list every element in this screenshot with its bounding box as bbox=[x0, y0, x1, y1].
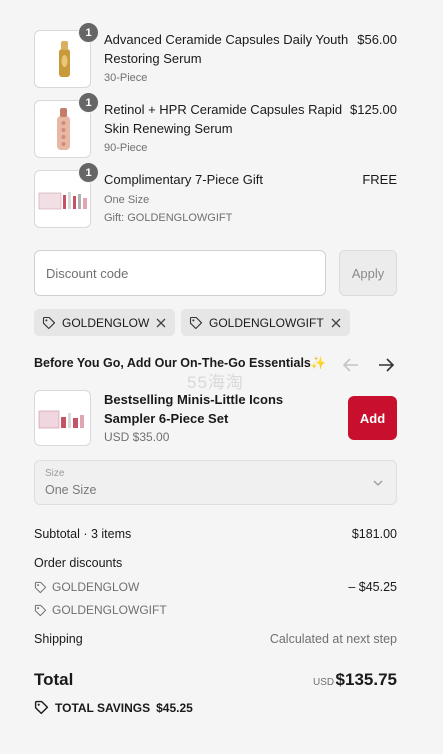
tag-icon bbox=[34, 581, 47, 593]
sparkle-emoji: ✨ bbox=[310, 356, 327, 370]
line-item: 1 Complimentary 7-Piece Gift One Size Gi… bbox=[34, 162, 397, 228]
discount-line-amount: – $45.25 bbox=[348, 580, 397, 594]
tag-icon bbox=[189, 316, 203, 329]
item-price: $56.00 bbox=[357, 32, 397, 47]
subtotal-value: $181.00 bbox=[351, 527, 397, 541]
discount-line: GOLDENGLOW bbox=[34, 580, 139, 594]
discount-placeholder: Discount code bbox=[46, 265, 129, 281]
item-title: Advanced Ceramide Capsules Daily Youth R… bbox=[104, 32, 349, 66]
savings-label: TOTAL SAVINGS bbox=[55, 700, 151, 715]
item-title: Retinol + HPR Ceramide Capsules Rapid Sk… bbox=[104, 102, 343, 136]
total-currency: USD bbox=[313, 677, 335, 688]
quantity-badge: 1 bbox=[78, 92, 99, 113]
discount-chip: GOLDENGLOWGIFT bbox=[181, 309, 350, 336]
item-variant: 90-Piece bbox=[104, 142, 148, 154]
chevron-down-icon bbox=[373, 480, 383, 486]
close-icon[interactable] bbox=[330, 317, 342, 329]
tag-icon bbox=[42, 316, 56, 329]
shipping-value: Calculated at next step bbox=[269, 632, 397, 646]
upsell-product-price: USD $35.00 bbox=[104, 430, 170, 444]
total-value: $135.75 bbox=[335, 670, 397, 689]
tag-icon bbox=[34, 700, 49, 715]
size-value: One Size bbox=[45, 483, 97, 497]
discount-line-code: GOLDENGLOW bbox=[52, 580, 140, 594]
item-variant: 30-Piece bbox=[104, 72, 148, 84]
tag-icon bbox=[34, 604, 47, 616]
line-item: 1 Retinol + HPR Ceramide Capsules Rapid … bbox=[34, 92, 397, 158]
savings-value: $45.25 bbox=[156, 700, 193, 715]
shipping-label: Shipping bbox=[34, 632, 83, 646]
order-discounts-label: Order discounts bbox=[34, 556, 123, 570]
close-icon[interactable] bbox=[155, 317, 167, 329]
item-price: $125.00 bbox=[350, 102, 397, 117]
discount-code-input[interactable]: Discount code bbox=[34, 250, 326, 296]
arrow-left-icon[interactable] bbox=[341, 355, 361, 375]
upsell-heading: Before You Go, Add Our On-The-Go Essenti… bbox=[34, 356, 327, 370]
discount-line-code: GOLDENGLOWGIFT bbox=[52, 603, 167, 617]
item-variant: One Size bbox=[104, 194, 150, 206]
discount-chip: GOLDENGLOW bbox=[34, 309, 176, 336]
add-button[interactable]: Add bbox=[348, 396, 397, 440]
discount-line: GOLDENGLOWGIFT bbox=[34, 603, 167, 617]
size-label: Size bbox=[45, 468, 65, 479]
subtotal-label: Subtotal · 3 items bbox=[34, 527, 132, 541]
upsell-product-title: Bestselling Minis-Little Icons Sampler 6… bbox=[104, 392, 284, 426]
quantity-badge: 1 bbox=[78, 22, 99, 43]
size-select[interactable]: Size One Size bbox=[34, 460, 397, 505]
item-price: FREE bbox=[362, 172, 397, 187]
arrow-right-icon[interactable] bbox=[376, 355, 396, 375]
quantity-badge: 1 bbox=[78, 162, 99, 183]
discount-chip-code: GOLDENGLOW bbox=[62, 315, 150, 330]
total-label: Total bbox=[34, 670, 74, 689]
total-savings: TOTAL SAVINGS $45.25 bbox=[34, 700, 193, 715]
discount-chip-code: GOLDENGLOWGIFT bbox=[209, 315, 324, 330]
item-title: Complimentary 7-Piece Gift bbox=[104, 172, 263, 187]
upsell-thumbnail bbox=[34, 390, 91, 446]
line-item: 1 Advanced Ceramide Capsules Daily Youth… bbox=[34, 22, 397, 88]
gift-note: Gift: GOLDENGLOWGIFT bbox=[104, 212, 233, 224]
apply-button[interactable]: Apply bbox=[339, 250, 397, 296]
